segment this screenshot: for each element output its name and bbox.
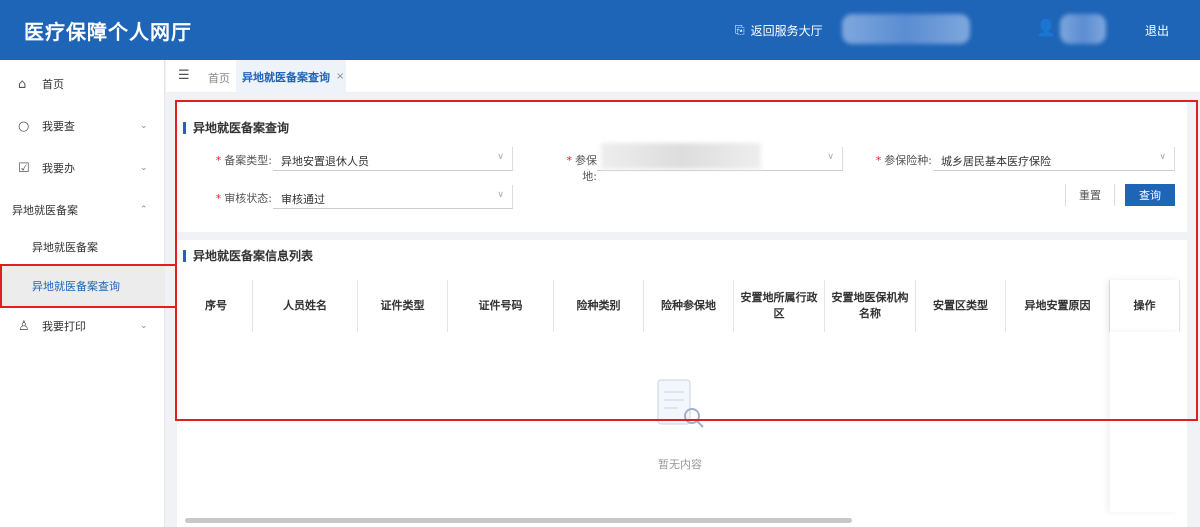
column-header: 证件类型 [358,280,448,332]
app-title: 医疗保障个人网厅 [24,20,192,44]
column-header: 人员姓名 [253,280,358,332]
blurred-info [842,14,970,44]
query-button[interactable]: 查询 [1125,184,1175,206]
close-icon[interactable]: × [336,71,344,82]
column-header: 证件号码 [448,280,554,332]
review-status-label: * 审核状态: [215,192,272,205]
exit-doc-icon: ⎘ [735,23,745,37]
chevron-down-icon: ∨ [497,152,504,162]
insurance-type-select[interactable]: 城乡居民基本医疗保险 ∨ [933,147,1175,171]
user-icon: ♙ [18,318,30,334]
inbox-icon: ☑ [18,160,30,176]
label: 我要打印 [42,320,86,333]
tab-remote-query[interactable]: 异地就医备案查询 × [236,60,346,93]
blurred-value [601,143,761,169]
label: 异地就医备案 [32,241,98,254]
insurance-type-label: * 参保险种: [875,154,932,167]
column-header: 安置地医保机构名称 [825,280,916,332]
reset-button[interactable]: 重置 [1065,184,1115,206]
review-status-select[interactable]: 审核通过 ∨ [273,185,513,209]
sidebar-group-remote-medical[interactable]: 异地就医备案 ⌃ [0,189,165,231]
sidebar-item-remote-filing-query[interactable]: 异地就医备案查询 [0,265,165,307]
insured-place-select[interactable]: ∨ [597,143,843,171]
tab-home[interactable]: 首页 [208,70,230,86]
filing-type-select[interactable]: 异地安置退休人员 ∨ [273,147,513,171]
blurred-username [1060,14,1106,44]
fixed-column [1110,332,1180,512]
sidebar: ⌂ 首页 ○ 我要查 ⌄ ☑ 我要办 ⌄ 异地就医备案 ⌃ 异地就医备案 异地就医备案查询 … [0,60,165,527]
sidebar-item-handle[interactable]: ☑ 我要办 ⌄ [0,147,165,189]
horizontal-scrollbar[interactable] [185,518,852,523]
label: 首页 [42,78,64,91]
chevron-up-icon: ⌃ [140,205,148,215]
chevron-down-icon: ∨ [1159,152,1166,162]
home-icon: ⌂ [18,76,27,92]
filing-type-label: * 备案类型: [215,154,272,167]
chevron-down-icon: ∨ [827,152,834,162]
column-header: 异地安置原因 [1006,280,1110,332]
chevron-down-icon: ⌄ [140,321,148,331]
tab-bar: ☰ 首页 异地就医备案查询 × [166,60,1200,93]
section-title: 异地就医备案信息列表 [183,250,313,262]
sidebar-item-query[interactable]: ○ 我要查 ⌄ [0,105,165,147]
label: 异地就医备案 [12,204,78,217]
column-header: 险种参保地 [644,280,734,332]
label: 异地就医备案查询 [32,280,120,293]
column-header: 安置地所属行政区 [734,280,825,332]
user-icon: 👤 [1036,18,1056,37]
tab-label: 异地就医备案查询 [242,70,330,84]
back-label: 返回服务大厅 [750,24,823,38]
label: 我要查 [42,120,75,133]
column-header: 序号 [180,280,253,332]
chevron-down-icon: ⌄ [140,163,148,173]
menu-toggle-icon[interactable]: ☰ [178,68,190,83]
search-icon: ○ [18,118,30,134]
column-header: 险种类别 [554,280,644,332]
empty-document-icon [648,376,708,432]
chevron-down-icon: ∨ [497,190,504,200]
logout-button[interactable]: 退出 [1145,22,1169,39]
column-header: 安置区类型 [916,280,1006,332]
insured-place-label: * 参保地: [566,154,598,183]
column-header: 操作 [1110,280,1180,332]
chevron-down-icon: ⌄ [140,121,148,131]
sidebar-item-remote-filing[interactable]: 异地就医备案 [0,226,165,268]
empty-text: 暂无内容 [658,458,702,471]
section-title: 异地就医备案查询 [183,122,289,134]
label: 我要办 [42,162,75,175]
back-to-hall-link[interactable]: ⎘ 返回服务大厅 [735,22,823,39]
query-form-card: 异地就医备案查询 * 备案类型: 异地安置退休人员 ∨ * 参保地: ∨ * 参保险种:… [177,102,1187,232]
sidebar-item-home[interactable]: ⌂ 首页 [0,63,165,105]
sidebar-item-print[interactable]: ♙ 我要打印 ⌄ [0,305,165,347]
app-header: 医疗保障个人网厅 ⎘ 返回服务大厅 👤 退出 [0,0,1200,60]
